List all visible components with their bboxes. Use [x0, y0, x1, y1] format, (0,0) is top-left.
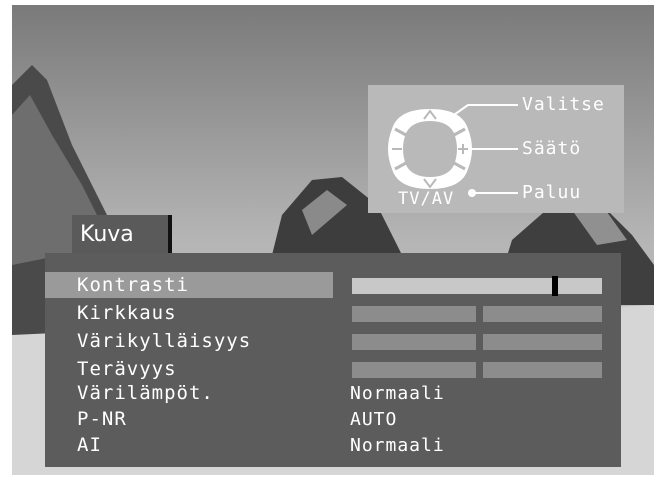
menu-row-label: AI — [77, 434, 102, 456]
level-slider[interactable] — [352, 334, 602, 350]
menu-row-value: AUTO — [350, 409, 398, 430]
picture-menu-panel: Kontrasti Kirkkaus Värikylläisyys Terävyys V… — [45, 253, 621, 467]
menu-row-label: Värilämpöt. — [77, 382, 214, 404]
menu-row[interactable]: Värikylläisyys — [45, 328, 621, 356]
page-title: Kuva — [80, 222, 134, 247]
tv-screen: Valitse Säätö Paluu TV/AV Kuva Kontrasti… — [12, 5, 654, 475]
slider-right-segment — [483, 306, 602, 322]
menu-row[interactable]: AI Normaali — [45, 432, 621, 460]
menu-row-label: Värikylläisyys — [77, 330, 252, 352]
menu-row-label: P-NR — [77, 408, 127, 430]
level-slider[interactable] — [352, 306, 602, 322]
slider-track — [352, 278, 602, 294]
slider-thumb[interactable] — [552, 276, 558, 296]
menu-row-label: Terävyys — [77, 358, 177, 380]
menu-row[interactable]: Kontrasti — [45, 272, 621, 300]
slider-right-segment — [483, 334, 602, 350]
slider-left-segment — [352, 306, 476, 322]
menu-row[interactable]: P-NR AUTO — [45, 406, 621, 434]
remote-help-panel: Valitse Säätö Paluu TV/AV — [368, 85, 624, 213]
menu-row-value: Normaali — [350, 383, 445, 404]
menu-row[interactable]: Värilämpöt. Normaali — [45, 380, 621, 408]
select-hint-label: Valitse — [522, 94, 605, 115]
level-slider[interactable] — [352, 362, 602, 378]
slider-left-segment — [352, 362, 476, 378]
menu-row-label: Kirkkaus — [77, 302, 177, 324]
slider-right-segment — [483, 362, 602, 378]
slider-left-segment — [352, 334, 476, 350]
menu-row[interactable]: Kirkkaus — [45, 300, 621, 328]
adjust-hint-label: Säätö — [522, 138, 582, 159]
return-hint-label: Paluu — [522, 182, 582, 203]
menu-row-label: Kontrasti — [77, 274, 189, 296]
tvav-hint-label: TV/AV — [398, 189, 455, 209]
menu-row-value: Normaali — [350, 435, 445, 456]
level-slider[interactable] — [352, 276, 602, 296]
